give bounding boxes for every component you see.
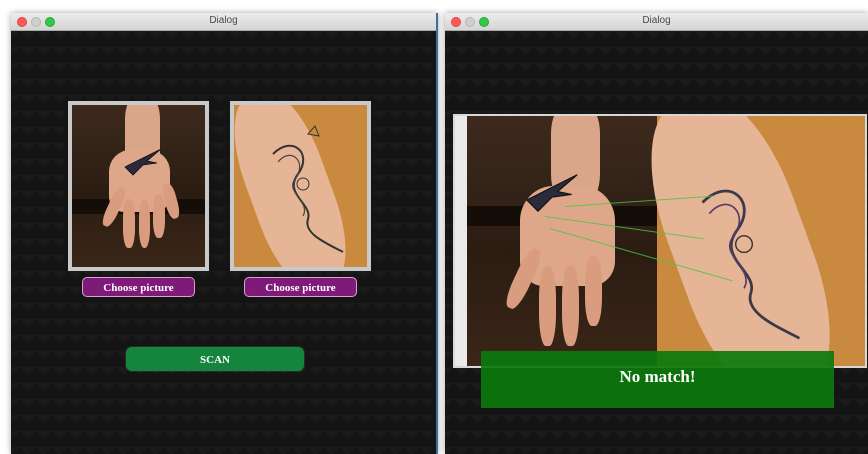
dialog-window-right: Dialog No match!: [445, 13, 868, 454]
picture-slot-left: [68, 101, 209, 271]
dialog-content: No match!: [445, 31, 868, 454]
choose-picture-right-button[interactable]: Choose picture: [244, 277, 357, 297]
swallow-tattoo-icon: [525, 174, 578, 212]
arm-tattoo-photo: [624, 116, 865, 366]
hand-tattoo-photo: [467, 116, 657, 366]
picture-slot-right: [230, 101, 371, 271]
dialog-window-left: Dialog Choose picture Choose picture SCA…: [11, 13, 438, 454]
swallow-tattoo-icon: [123, 148, 161, 176]
arm-tattoo-photo: [234, 105, 367, 267]
scan-button[interactable]: SCAN: [125, 346, 305, 372]
window-title: Dialog: [209, 15, 238, 26]
snake-tattoo-icon: [701, 189, 800, 340]
title-bar[interactable]: Dialog: [11, 13, 436, 31]
choose-picture-left-button[interactable]: Choose picture: [82, 277, 195, 297]
hand-tattoo-photo: [72, 105, 205, 267]
result-banner: No match!: [481, 351, 834, 408]
snake-tattoo-icon: [271, 125, 344, 254]
match-result-image-frame: [453, 114, 867, 368]
title-bar[interactable]: Dialog: [445, 13, 868, 31]
window-title: Dialog: [642, 15, 671, 26]
dialog-content: Choose picture Choose picture SCAN: [11, 31, 436, 454]
match-result-image: [455, 116, 865, 366]
